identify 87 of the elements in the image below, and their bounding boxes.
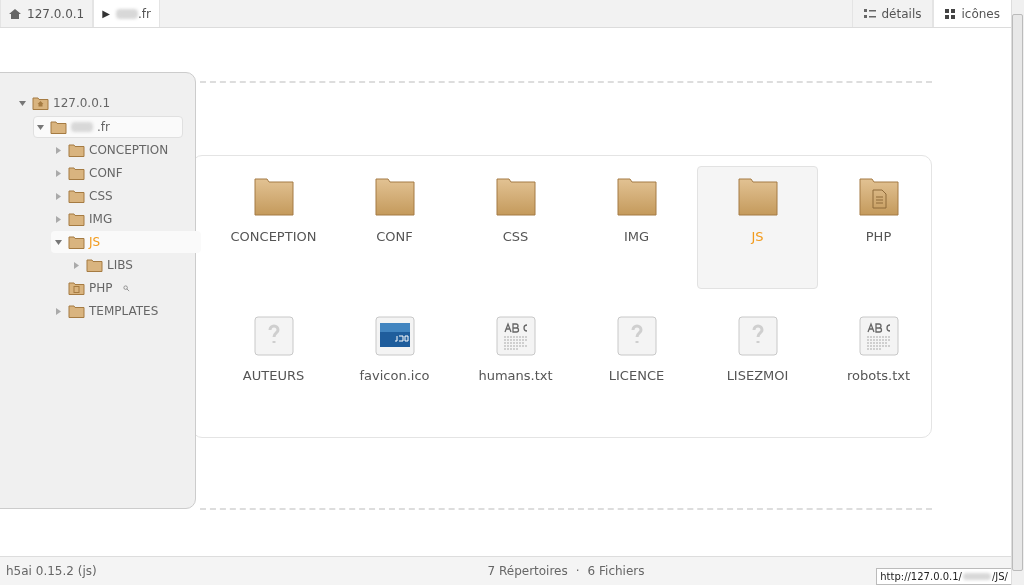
folder-icon bbox=[736, 177, 779, 217]
folder-icon bbox=[373, 177, 416, 217]
file-item[interactable]: AUTEURS bbox=[213, 305, 334, 428]
home-folder-icon bbox=[32, 96, 49, 110]
file-item[interactable]: LISEZMOI bbox=[697, 305, 818, 428]
tree-item[interactable]: .fr bbox=[33, 116, 183, 138]
expanded-arrow-icon[interactable] bbox=[34, 123, 46, 131]
url-text: http://127.0.0.1/ bbox=[880, 571, 962, 582]
folder-count: 7 Répertoires bbox=[487, 564, 568, 578]
version-text: h5ai 0.15.2 (js) bbox=[6, 564, 98, 578]
folder-icon bbox=[494, 177, 537, 217]
blurred-text bbox=[115, 8, 138, 19]
scrollbar-thumb[interactable] bbox=[1012, 14, 1023, 571]
expanded-arrow-icon[interactable] bbox=[16, 99, 28, 107]
scrollbar[interactable] bbox=[1011, 0, 1024, 585]
tree-label: CONF bbox=[89, 166, 123, 180]
unknown-file-icon bbox=[737, 316, 778, 356]
tree-label: PHP bbox=[89, 281, 113, 295]
text-file-icon bbox=[495, 316, 536, 356]
file-item[interactable]: PHP bbox=[818, 166, 939, 289]
separator-text: · bbox=[575, 564, 580, 578]
image-file-icon bbox=[374, 316, 415, 356]
file-name: IMG bbox=[623, 229, 650, 244]
file-name: PHP bbox=[865, 229, 892, 244]
folder-icon bbox=[68, 189, 85, 203]
file-name: AUTEURS bbox=[242, 368, 305, 383]
grid-icon bbox=[945, 8, 956, 19]
file-item[interactable]: LICENCE bbox=[576, 305, 697, 428]
folder-icon bbox=[50, 120, 67, 134]
folder-icon bbox=[86, 258, 103, 272]
document-folder-icon bbox=[68, 281, 85, 295]
file-name: CONF bbox=[376, 229, 413, 244]
breadcrumb[interactable]: ▶ .fr bbox=[93, 0, 160, 27]
folder-icon bbox=[68, 304, 85, 318]
view-mode-label: détails bbox=[881, 6, 922, 21]
file-item[interactable]: IMG bbox=[576, 166, 697, 289]
file-name: LICENCE bbox=[608, 368, 665, 383]
folder-icon bbox=[68, 235, 85, 249]
view-mode-tab[interactable]: icônes bbox=[933, 0, 1012, 27]
tree-item[interactable]: 127.0.0.1 bbox=[15, 92, 165, 114]
blurred-text bbox=[71, 122, 93, 132]
file-item[interactable]: humans.txt bbox=[455, 305, 576, 428]
tree-item[interactable]: TEMPLATES bbox=[51, 300, 201, 322]
text-file-icon bbox=[858, 316, 899, 356]
file-item[interactable]: CONF bbox=[334, 166, 455, 289]
tree-item[interactable]: CONF bbox=[51, 162, 201, 184]
breadcrumb-label: 127.0.0.1 bbox=[27, 6, 85, 21]
list-icon bbox=[863, 8, 876, 19]
url-text: /JS/ bbox=[991, 571, 1008, 582]
folder-icon bbox=[68, 166, 85, 180]
tree-item[interactable]: CSS bbox=[51, 185, 201, 207]
file-count: 6 Fichiers bbox=[587, 564, 645, 578]
file-name: humans.txt bbox=[478, 368, 553, 383]
file-name: robots.txt bbox=[846, 368, 911, 383]
expanded-arrow-icon[interactable] bbox=[52, 238, 64, 246]
tree-label: LIBS bbox=[107, 258, 133, 272]
tree-item[interactable]: PHP bbox=[51, 277, 201, 299]
file-name: favicon.ico bbox=[359, 368, 430, 383]
file-name: CSS bbox=[502, 229, 529, 244]
unknown-file-icon bbox=[616, 316, 657, 356]
tree-label: CONCEPTION bbox=[89, 143, 169, 157]
folder-icon bbox=[68, 143, 85, 157]
home-icon bbox=[9, 8, 21, 19]
folder-icon bbox=[615, 177, 658, 217]
search-icon bbox=[122, 284, 130, 292]
tree-item[interactable]: CONCEPTION bbox=[51, 139, 201, 161]
file-name: JS bbox=[751, 229, 764, 244]
file-name: CONCEPTION bbox=[230, 229, 317, 244]
view-mode-label: icônes bbox=[961, 6, 1000, 21]
document-folder-icon bbox=[857, 177, 900, 217]
file-item[interactable]: CSS bbox=[455, 166, 576, 289]
tree-label: .fr bbox=[97, 120, 110, 134]
tree-label: TEMPLATES bbox=[89, 304, 159, 318]
breadcrumb-label: .fr bbox=[137, 6, 151, 21]
tree-label: IMG bbox=[89, 212, 113, 226]
unknown-file-icon bbox=[253, 316, 294, 356]
file-name: LISEZMOI bbox=[726, 368, 789, 383]
tree-label: CSS bbox=[89, 189, 113, 203]
arrow-text: ▶ bbox=[102, 8, 110, 19]
tree-item[interactable]: IMG bbox=[51, 208, 201, 230]
folder-icon bbox=[252, 177, 295, 217]
file-item[interactable]: favicon.ico bbox=[334, 305, 455, 428]
tree-label: 127.0.0.1 bbox=[53, 96, 111, 110]
blurred-text bbox=[962, 573, 991, 580]
tree-label: JS bbox=[89, 235, 101, 249]
folder-icon bbox=[68, 212, 85, 226]
file-item[interactable]: robots.txt bbox=[818, 305, 939, 428]
